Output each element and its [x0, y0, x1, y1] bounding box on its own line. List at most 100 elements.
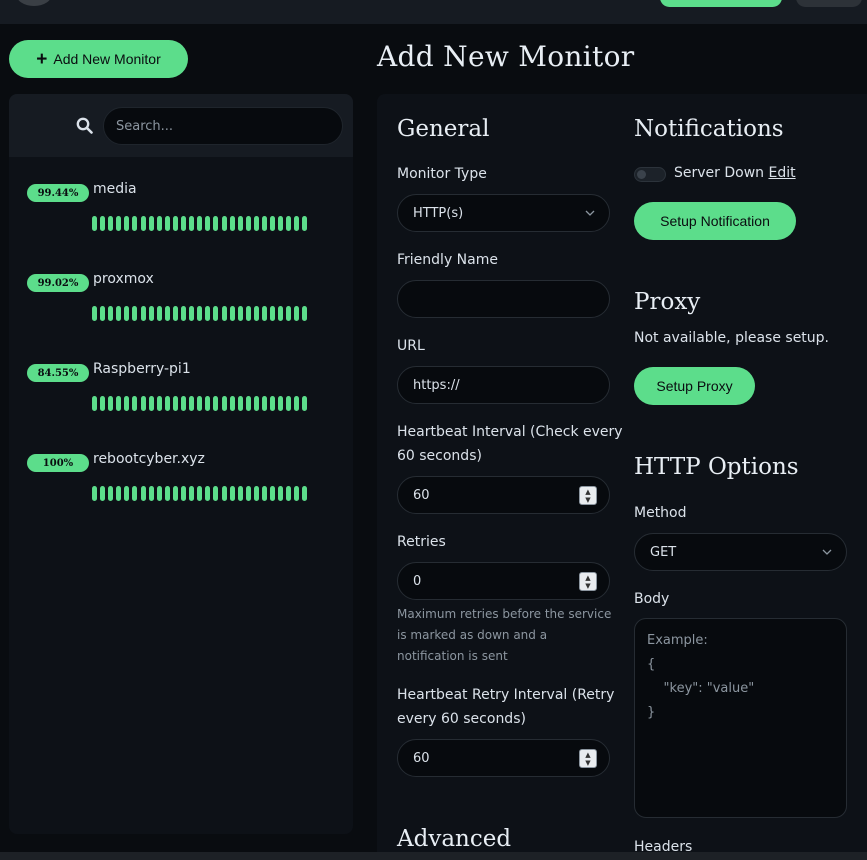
- heartbeat-beat: [229, 396, 235, 411]
- bottom-scrollbar[interactable]: [0, 852, 867, 860]
- heartbeat-beat: [302, 306, 308, 321]
- heartbeat-beat: [229, 486, 235, 501]
- heartbeat-beat: [302, 216, 308, 231]
- add-new-monitor-button[interactable]: + Add New Monitor: [9, 40, 188, 78]
- heartbeat-beat: [253, 396, 259, 411]
- chevron-down-icon: [822, 549, 832, 555]
- monitor-item[interactable]: 99.02% proxmox: [9, 247, 353, 337]
- heartbeat-beat: [294, 486, 300, 501]
- heartbeat-beat: [189, 396, 195, 411]
- heartbeat-beat: [270, 216, 276, 231]
- heartbeat-beat: [237, 216, 243, 231]
- heartbeat-beat: [253, 306, 259, 321]
- chevron-down-icon: [585, 210, 595, 216]
- heartbeat-bar: [92, 486, 308, 501]
- heartbeat-beat: [278, 486, 284, 501]
- plus-icon: +: [36, 48, 48, 70]
- heartbeat-beat: [294, 306, 300, 321]
- url-value: https://: [413, 377, 460, 393]
- heartbeat-beat: [205, 486, 211, 501]
- body-textarea[interactable]: Example: { "key": "value" }: [634, 618, 847, 818]
- heartbeat-beat: [270, 486, 276, 501]
- heartbeat-beat: [156, 306, 162, 321]
- search-input[interactable]: [103, 107, 343, 145]
- heartbeat-beat: [148, 216, 154, 231]
- heartbeat-beat: [164, 486, 170, 501]
- method-select[interactable]: GET: [634, 533, 847, 571]
- search-icon: [76, 117, 93, 134]
- retries-help-line3: notification is sent: [397, 649, 508, 663]
- monitor-item[interactable]: 100% rebootcyber.xyz: [9, 427, 353, 517]
- chevron-down-icon: ▼: [585, 495, 591, 504]
- url-input[interactable]: https://: [397, 366, 610, 404]
- heartbeat-beat: [100, 216, 106, 231]
- heartbeat-beat: [124, 486, 130, 501]
- heartbeat-beat: [124, 396, 130, 411]
- server-down-toggle[interactable]: [634, 167, 666, 182]
- retries-label: Retries: [397, 534, 446, 550]
- heartbeat-beat: [270, 396, 276, 411]
- heartbeat-beat: [253, 486, 259, 501]
- notification-item: Server Down Edit: [674, 165, 796, 181]
- heartbeat-beat: [237, 306, 243, 321]
- heartbeat-beat: [108, 396, 114, 411]
- setup-proxy-button[interactable]: Setup Proxy: [634, 367, 755, 405]
- heartbeat-beat: [245, 306, 251, 321]
- proxy-heading: Proxy: [634, 289, 701, 315]
- number-stepper[interactable]: ▲ ▼: [579, 749, 597, 768]
- heartbeat-beat: [253, 216, 259, 231]
- number-stepper[interactable]: ▲ ▼: [579, 486, 597, 505]
- heartbeat-beat: [189, 216, 195, 231]
- setup-notification-button[interactable]: Setup Notification: [634, 202, 796, 240]
- heartbeat-beat: [116, 306, 122, 321]
- heartbeat-beat: [92, 396, 97, 411]
- retry-interval-input[interactable]: 60 ▲ ▼: [397, 739, 610, 777]
- heartbeat-beat: [116, 216, 122, 231]
- heartbeat-beat: [286, 306, 292, 321]
- notification-edit-link[interactable]: Edit: [768, 165, 795, 181]
- search-bar: [9, 94, 353, 157]
- heartbeat-beat: [278, 216, 284, 231]
- number-stepper[interactable]: ▲ ▼: [579, 572, 597, 591]
- method-value: GET: [650, 544, 677, 560]
- logo[interactable]: [16, 0, 52, 6]
- uptime-badge: 100%: [27, 454, 89, 472]
- heartbeat-beat: [245, 396, 251, 411]
- top-green-button[interactable]: [660, 0, 782, 7]
- monitor-name: rebootcyber.xyz: [93, 451, 205, 467]
- friendly-name-input[interactable]: [397, 280, 610, 318]
- monitor-type-label: Monitor Type: [397, 166, 487, 182]
- heartbeat-beat: [261, 216, 267, 231]
- heartbeat-beat: [172, 216, 178, 231]
- heartbeat-interval-label-line2: 60 seconds): [397, 448, 482, 464]
- chevron-up-icon: ▲: [585, 750, 591, 759]
- monitor-item[interactable]: 84.55% Raspberry-pi1: [9, 337, 353, 427]
- retries-value: 0: [413, 573, 422, 589]
- heartbeat-beat: [140, 216, 146, 231]
- monitor-item[interactable]: 99.44% media: [9, 157, 353, 247]
- add-new-monitor-label: Add New Monitor: [53, 51, 161, 67]
- retries-input[interactable]: 0 ▲ ▼: [397, 562, 610, 600]
- heartbeat-beat: [132, 486, 138, 501]
- heartbeat-beat: [156, 216, 162, 231]
- top-profile-button[interactable]: [796, 0, 862, 7]
- heartbeat-beat: [261, 306, 267, 321]
- heartbeat-beat: [197, 486, 203, 501]
- heartbeat-beat: [108, 486, 114, 501]
- heartbeat-beat: [164, 306, 170, 321]
- uptime-badge: 99.02%: [27, 274, 89, 292]
- monitor-name: Raspberry-pi1: [93, 361, 191, 377]
- heartbeat-beat: [100, 396, 106, 411]
- heartbeat-beat: [278, 396, 284, 411]
- heartbeat-beat: [205, 396, 211, 411]
- heartbeat-bar: [92, 396, 308, 411]
- retries-help-line1: Maximum retries before the service: [397, 607, 612, 621]
- heartbeat-beat: [124, 216, 130, 231]
- heartbeat-interval-input[interactable]: 60 ▲ ▼: [397, 476, 610, 514]
- heartbeat-beat: [237, 396, 243, 411]
- monitor-type-select[interactable]: HTTP(s): [397, 194, 610, 232]
- url-label: URL: [397, 338, 425, 354]
- heartbeat-interval-label-line1: Heartbeat Interval (Check every: [397, 424, 623, 440]
- heartbeat-beat: [261, 396, 267, 411]
- heartbeat-beat: [213, 306, 219, 321]
